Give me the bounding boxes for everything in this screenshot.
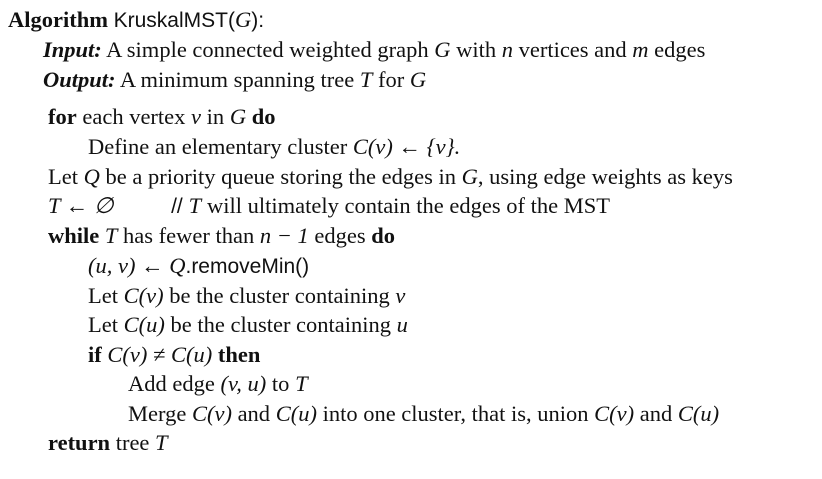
code-text: Define an elementary cluster [88,134,348,159]
do-keyword: do [371,223,396,248]
code-text: each vertex [82,104,186,129]
code-text: has fewer than [123,223,255,248]
math-expression: C(v) [191,401,232,426]
comment-marker: // [171,195,183,218]
input-n-symbol: n [501,37,513,62]
math-expression: T ← ∅ [48,193,114,218]
math-symbol: v [395,283,406,308]
code-text: and [639,401,673,426]
output-text: for [378,67,405,92]
output-t-symbol: T [359,67,373,92]
comment: // T will ultimately contain the edges o… [171,193,611,218]
code-text: into one cluster, that is, union [322,401,589,426]
math-expression: C(u) [677,401,720,426]
for-keyword: for [48,104,77,129]
if-keyword: if [88,342,102,367]
code-text: be the cluster containing [169,283,390,308]
output-label: Output: [43,67,116,92]
math-symbol: G [229,104,247,129]
code-text: to [271,371,290,396]
math-symbol: T [104,223,118,248]
math-expression: (v, u) [220,371,267,396]
math-expression: C(v) ← {v}. [352,134,461,159]
math-expression: C(u) [123,312,165,337]
code-text: be a priority queue storing the edges in [105,164,457,189]
math-symbol: Q [169,253,186,278]
input-label: Input: [43,37,102,62]
input-m-symbol: m [632,37,649,62]
code-text: edges [314,223,366,248]
math-symbol: u [396,312,408,337]
input-text: edges [654,37,706,62]
input-text: A simple connected weighted graph [106,37,429,62]
algorithm-header: Algorithm KruskalMST(G): [8,6,264,35]
math-symbol: T [295,371,308,396]
math-expression: C(v) ≠ C(u) [107,342,213,367]
math-expression: n − 1 [259,223,309,248]
math-expression: C(u) [275,401,317,426]
code-line-1: for each vertex v in G do [48,103,275,131]
input-line: Input: A simple connected weighted graph… [43,36,705,64]
code-text: Add edge [128,371,215,396]
code-line-10: Add edge (v, u) to T [128,370,308,398]
code-text: Merge [128,401,187,426]
code-line-8: Let C(u) be the cluster containing u [88,311,408,339]
then-keyword: then [217,342,261,367]
math-symbol: T [188,193,202,218]
method-call: .removeMin() [185,255,310,278]
algorithm-block: Algorithm KruskalMST(G): Input: A simple… [0,0,822,479]
code-line-4: T ← ∅ // T will ultimately contain the e… [48,192,610,221]
code-text: , using edge weights as keys [477,164,733,189]
math-expression: C(v) [123,283,164,308]
input-text: with [456,37,497,62]
code-line-3: Let Q be a priority queue storing the ed… [48,163,733,191]
code-line-2: Define an elementary cluster C(v) ← {v}. [88,133,460,161]
input-text: vertices and [518,37,627,62]
code-text: in [206,104,225,129]
algorithm-name: KruskalMST [113,9,228,32]
math-symbol: T [155,430,168,455]
math-symbol: v [191,104,202,129]
do-keyword: do [251,104,276,129]
math-expression: C(v) [594,401,635,426]
code-text: Let [88,283,118,308]
code-text: be the cluster containing [170,312,392,337]
return-keyword: return [48,430,111,455]
code-text: Let [88,312,118,337]
code-text: tree [115,430,150,455]
comment-text: will ultimately contain the edges of the… [206,193,611,218]
code-line-12: return tree T [48,429,168,457]
code-text: Let [48,164,78,189]
param-close: ): [251,9,265,32]
code-line-11: Merge C(v) and C(u) into one cluster, th… [128,400,719,428]
code-text: and [237,401,271,426]
algorithm-param: G [234,7,252,32]
input-graph-symbol: G [434,37,451,62]
code-line-9: if C(v) ≠ C(u) then [88,341,260,369]
param-open: ( [227,9,235,32]
while-keyword: while [48,223,100,248]
math-symbol: G [461,164,478,189]
code-line-6: (u, v) ← Q.removeMin() [88,252,309,281]
output-line: Output: A minimum spanning tree T for G [43,66,426,94]
output-graph-symbol: G [409,67,427,92]
math-expression: (u, v) ← [88,253,164,278]
output-text: A minimum spanning tree [119,67,355,92]
algorithm-keyword: Algorithm [8,7,108,32]
code-line-7: Let C(v) be the cluster containing v [88,282,405,310]
code-line-5: while T has fewer than n − 1 edges do [48,222,395,250]
math-symbol: Q [83,164,100,189]
